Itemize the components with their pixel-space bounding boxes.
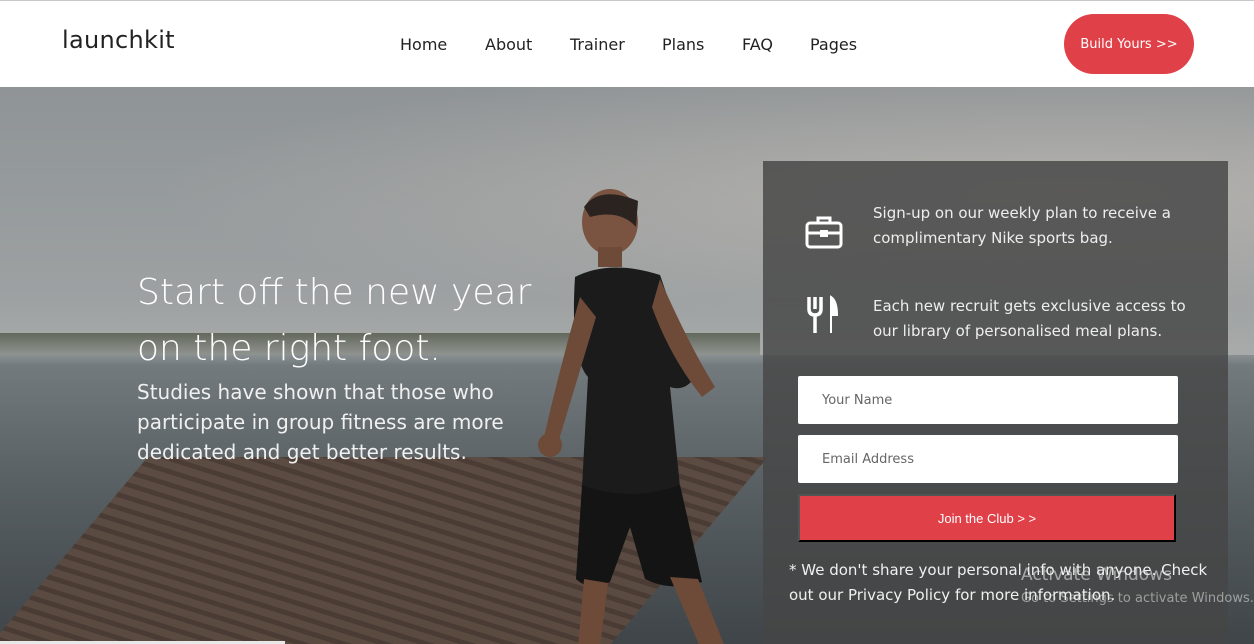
email-input[interactable]: Email Address <box>798 435 1178 483</box>
build-yours-button[interactable]: Build Yours >> <box>1064 14 1194 74</box>
hero-heading: Start off the new year on the right foot… <box>137 272 532 369</box>
join-club-button[interactable]: Join the Club > > <box>798 494 1176 542</box>
name-input[interactable]: Your Name <box>798 376 1178 424</box>
nav-trainer[interactable]: Trainer <box>570 35 625 54</box>
feature-text-bag: Sign-up on our weekly plan to receive a … <box>873 204 1171 247</box>
nav-pages[interactable]: Pages <box>810 35 857 54</box>
hero-section: Start off the new year on the right foot… <box>0 87 1254 644</box>
nav-faq[interactable]: FAQ <box>742 35 773 54</box>
logo[interactable]: launchkit <box>62 26 175 54</box>
windows-activation-subtitle: Go to Settings to activate Windows. <box>1021 591 1254 606</box>
nav-plans[interactable]: Plans <box>662 35 704 54</box>
windows-activation-title: Activate Windows <box>1021 565 1172 585</box>
nav-home[interactable]: Home <box>400 35 447 54</box>
runner-image <box>538 189 724 644</box>
feature-text-meals: Each new recruit gets exclusive access t… <box>873 297 1186 340</box>
utensils-icon <box>805 295 839 339</box>
hero-subtext: Studies have shown that those who partic… <box>137 380 504 464</box>
briefcase-icon <box>805 213 843 253</box>
navbar: launchkit Home About Trainer Plans FAQ P… <box>0 1 1254 87</box>
nav-about[interactable]: About <box>485 35 532 54</box>
